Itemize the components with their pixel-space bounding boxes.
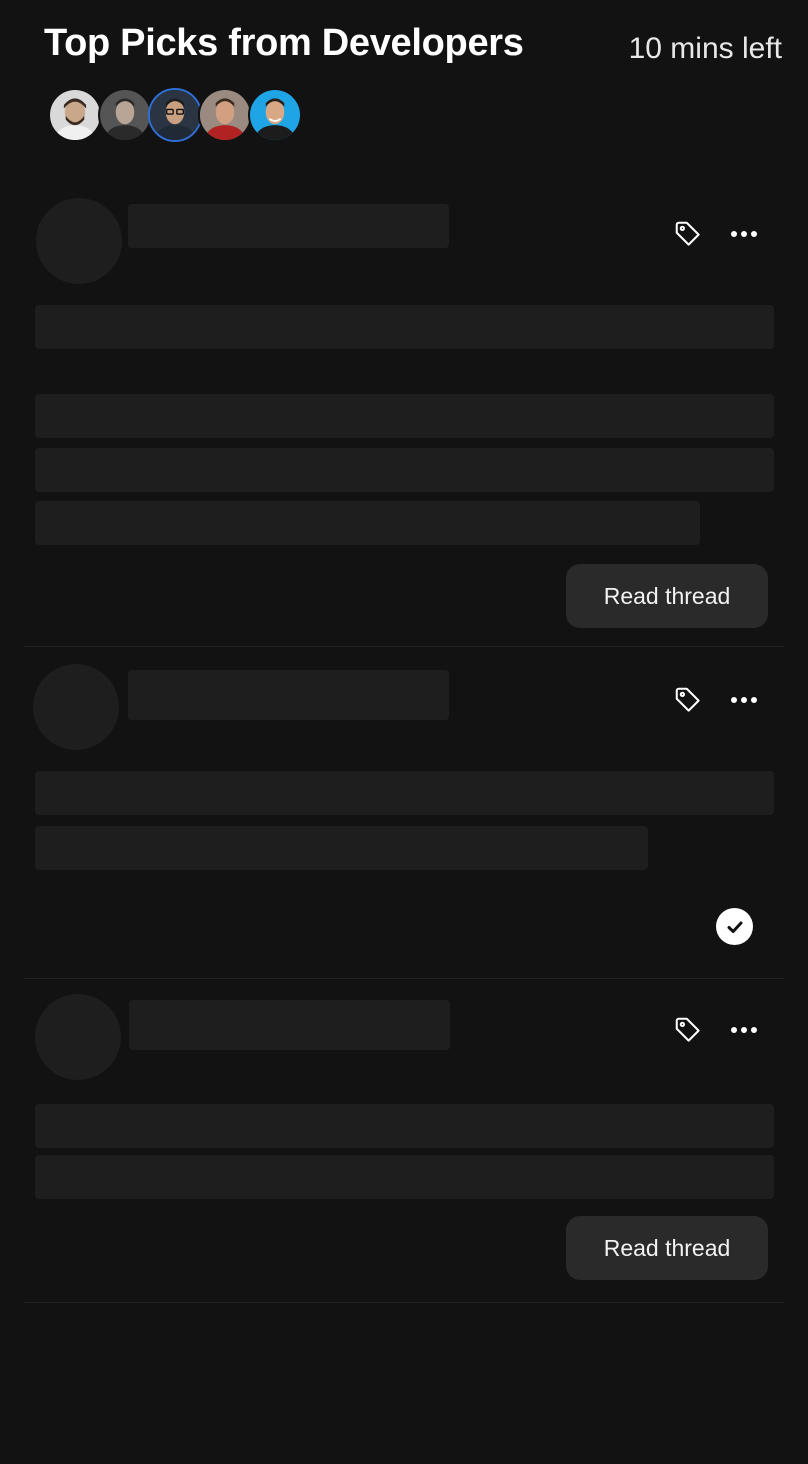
read-thread-button[interactable]: Read thread (566, 564, 768, 628)
tag-button[interactable] (670, 1012, 706, 1048)
tag-icon (675, 687, 700, 712)
more-options-button[interactable] (726, 682, 762, 718)
thread-card: Read thread (24, 979, 784, 1303)
avatar[interactable] (198, 88, 252, 142)
feed-page: Top Picks from Developers 10 mins left R… (0, 0, 808, 1464)
author-name-placeholder (129, 1000, 450, 1050)
tag-button[interactable] (670, 216, 706, 252)
more-options-icon (731, 697, 757, 703)
author-name-placeholder (128, 204, 449, 248)
more-options-icon (731, 1027, 757, 1033)
thread-text-placeholder (35, 501, 700, 545)
avatar[interactable] (98, 88, 152, 142)
avatar[interactable] (48, 88, 102, 142)
completed-badge (716, 908, 753, 945)
avatar[interactable] (148, 88, 202, 142)
tag-icon (675, 1017, 700, 1042)
tag-icon (675, 221, 700, 246)
author-avatar-placeholder (36, 198, 122, 284)
thread-title-placeholder (35, 1104, 774, 1148)
time-left-label: 10 mins left (628, 32, 782, 65)
more-options-button[interactable] (726, 216, 762, 252)
thread-text-placeholder (35, 1155, 774, 1199)
avatar[interactable] (248, 88, 302, 142)
tag-button[interactable] (670, 682, 706, 718)
thread-text-placeholder (35, 826, 648, 870)
developer-avatar-stack[interactable] (48, 88, 318, 146)
thread-card: Read thread (24, 180, 784, 647)
more-options-button[interactable] (726, 1012, 762, 1048)
more-options-icon (731, 231, 757, 237)
read-thread-button[interactable]: Read thread (566, 1216, 768, 1280)
author-name-placeholder (128, 670, 449, 720)
thread-text-placeholder (35, 448, 774, 492)
thread-text-placeholder (35, 394, 774, 438)
page-title: Top Picks from Developers (44, 22, 524, 64)
author-avatar-placeholder (33, 664, 119, 750)
thread-card (24, 647, 784, 979)
author-avatar-placeholder (35, 994, 121, 1080)
thread-title-placeholder (35, 771, 774, 815)
check-icon (727, 921, 742, 933)
thread-title-placeholder (35, 305, 774, 349)
